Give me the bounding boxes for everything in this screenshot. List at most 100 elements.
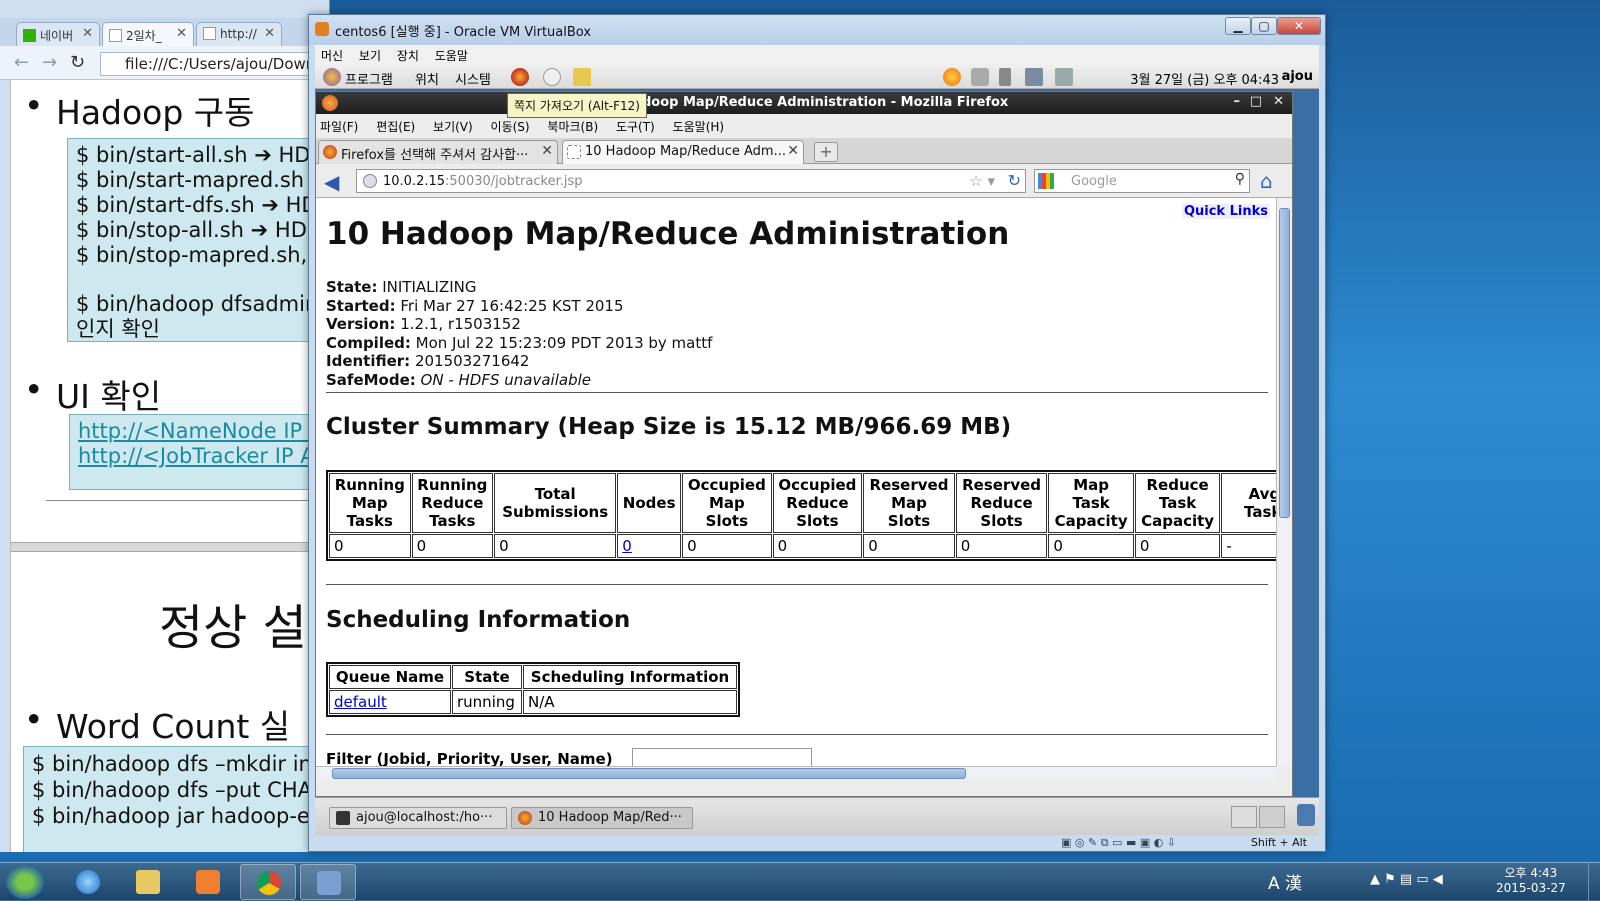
taskbar-clock[interactable]: 오후 4:43 2015-03-27 (1496, 866, 1566, 896)
search-box[interactable]: Google ⚲ (1034, 169, 1250, 193)
menu-history[interactable]: 이동(S) (491, 120, 530, 134)
tooltip: 쪽지 가져오기 (Alt-F12) (507, 93, 647, 118)
info-label: Identifier: (326, 352, 411, 371)
ime-indicator[interactable]: A 漢 (1268, 869, 1302, 894)
reload-icon[interactable]: ↻ (70, 52, 85, 73)
chrome-icon (257, 871, 281, 895)
gnome-bottom-panel: ajou@localhost:/ho··· 10 Hadoop Map/Red·… (315, 797, 1319, 835)
gnome-foot-icon (323, 68, 341, 86)
taskbar-media[interactable] (180, 864, 236, 900)
minimize-button[interactable]: ▁ (1225, 17, 1251, 35)
tray-icons[interactable]: ▲ ⚑ ▤ ▭ ◀ (1370, 872, 1443, 887)
update-icon[interactable] (943, 68, 961, 86)
code-line: $ bin/start-mapred.sh ➔ (76, 168, 329, 192)
queue-default-link[interactable]: default (334, 693, 387, 711)
menu-places[interactable]: 위치 (415, 69, 439, 88)
tab-hadoop-admin[interactable]: 10 Hadoop Map/Reduce Adm... ✕ (562, 140, 804, 164)
show-desktop-button[interactable] (1588, 863, 1600, 901)
url-path: :50030/jobtracker.jsp (445, 174, 583, 189)
maximize-button[interactable]: □ (1250, 94, 1262, 109)
trash-icon[interactable] (1297, 804, 1315, 826)
maximize-button[interactable]: ▢ (1251, 17, 1277, 35)
chrome-address-bar[interactable]: file:///C:/Users/ajou/Down (100, 52, 340, 76)
close-button[interactable]: ✕ (1277, 17, 1321, 35)
forward-arrow-icon[interactable]: → (42, 52, 57, 73)
taskbar-chrome[interactable] (240, 864, 296, 900)
close-icon[interactable]: ✕ (176, 26, 187, 41)
menu-file[interactable]: 파일(F) (320, 120, 358, 134)
taskbar-explorer[interactable] (120, 864, 176, 900)
back-arrow-icon[interactable]: ◀ (324, 170, 339, 194)
vertical-scrollbar[interactable] (1276, 198, 1292, 766)
table-header: Total Submissions (494, 473, 617, 533)
menu-edit[interactable]: 편집(E) (376, 120, 415, 134)
menu-view[interactable]: 보기 (353, 45, 387, 66)
table-row: 0 0 0 0 0 0 0 0 0 0 - (329, 534, 1276, 558)
quick-links-link[interactable]: Quick Links (1181, 204, 1270, 219)
workspace-2[interactable] (1259, 806, 1285, 828)
minimize-button[interactable]: – (1234, 94, 1241, 109)
device-status-icons[interactable]: ▣ ◎ ✎ ⧉ ▭ ▬ ▣ ◐ ⇩ (1061, 836, 1176, 850)
table-cell: 0 (682, 534, 772, 558)
close-button[interactable]: ✕ (1273, 94, 1284, 109)
firefox-titlebar[interactable]: 10 Hadoop Map/Reduce Administration - Mo… (316, 92, 1292, 114)
firefox-address-bar[interactable]: 10.0.2.15:50030/jobtracker.jsp ☆ ▾ ↻ (356, 169, 1026, 193)
taskbar-virtualbox[interactable] (300, 864, 356, 900)
table-cell: 0 (955, 534, 1048, 558)
menu-bookmarks[interactable]: 북마크(B) (547, 120, 598, 134)
table-cell: 0 (863, 534, 955, 558)
horizontal-scrollbar[interactable] (316, 766, 1276, 780)
tab-firefox-welcome[interactable]: Firefox를 선택해 주셔서 감사합··· ✕ (318, 140, 558, 164)
evolution-mail-icon[interactable] (543, 68, 561, 86)
gnome-user[interactable]: ajou (1282, 69, 1313, 84)
notes-icon[interactable] (573, 68, 591, 86)
scrollbar-thumb[interactable] (1279, 208, 1290, 518)
code-line: $ bin/start-all.sh ➔ HDFS (76, 143, 330, 167)
bookmark-star-icon[interactable]: ☆ ▾ (969, 172, 995, 190)
table-header-row: Running Map Tasks Running Reduce Tasks T… (329, 473, 1276, 533)
back-arrow-icon[interactable]: ← (14, 52, 29, 73)
namenode-link[interactable]: http://<NameNode IP Ad (78, 419, 330, 444)
chrome-tab-naver[interactable]: 네이버 ✕ (16, 22, 100, 46)
menu-view[interactable]: 보기(V) (433, 120, 473, 134)
chrome-tab-day2[interactable]: 2일차_ ✕ (102, 22, 194, 46)
start-button[interactable] (6, 865, 44, 899)
network-icon[interactable] (971, 68, 989, 86)
nodes-link[interactable]: 0 (622, 537, 632, 555)
menu-tools[interactable]: 도구(T) (616, 120, 655, 134)
firefox-menubar: 파일(F) 편집(E) 보기(V) 이동(S) 북마크(B) 도구(T) 도움말… (316, 114, 1292, 138)
close-icon[interactable]: ✕ (82, 26, 93, 41)
vbox-titlebar[interactable]: centos6 [실행 중] - Oracle VM VirtualBox ▁ … (309, 15, 1325, 45)
menu-devices[interactable]: 장치 (391, 45, 425, 66)
chrome-tab-label: 2일차_ (126, 29, 162, 43)
new-tab-button[interactable]: + (814, 142, 838, 162)
windows-taskbar: A 漢 ▲ ⚑ ▤ ▭ ◀ 오후 4:43 2015-03-27 (0, 862, 1600, 901)
jobtracker-link[interactable]: http://<JobTracker IP Add (78, 444, 330, 469)
volume-icon[interactable] (999, 68, 1011, 86)
workspace-1[interactable] (1231, 806, 1257, 828)
display-icon[interactable] (1025, 68, 1043, 86)
battery-icon[interactable] (1055, 68, 1073, 86)
home-icon[interactable]: ⌂ (1260, 169, 1273, 193)
code-line: $ bin/stop-all.sh ➔ HDFS (76, 218, 330, 242)
filter-input[interactable] (632, 748, 812, 766)
reload-icon[interactable]: ↻ (1008, 171, 1021, 190)
task-terminal[interactable]: ajou@localhost:/ho··· (329, 807, 507, 829)
task-firefox[interactable]: 10 Hadoop Map/Red··· (511, 807, 693, 829)
close-icon[interactable]: ✕ (787, 143, 799, 159)
close-icon[interactable]: ✕ (541, 143, 553, 159)
close-icon[interactable]: ✕ (264, 26, 275, 41)
menu-applications[interactable]: 프로그램 (345, 69, 393, 88)
taskbar-ie[interactable] (60, 864, 116, 900)
firefox-launcher-icon[interactable] (511, 68, 529, 86)
gnome-clock[interactable]: 3월 27일 (금) 오후 04:43 (1130, 69, 1279, 88)
search-icon[interactable]: ⚲ (1235, 171, 1245, 187)
scrollbar-thumb[interactable] (332, 768, 966, 779)
menu-system[interactable]: 시스템 (455, 69, 491, 88)
chrome-tab-http[interactable]: http:// ✕ (196, 22, 282, 46)
table-cell: 0 (1048, 534, 1134, 558)
google-icon[interactable] (1038, 173, 1054, 189)
menu-help[interactable]: 도움말(H) (673, 120, 725, 134)
menu-help[interactable]: 도움말 (429, 45, 474, 66)
menu-machine[interactable]: 머신 (315, 45, 349, 66)
